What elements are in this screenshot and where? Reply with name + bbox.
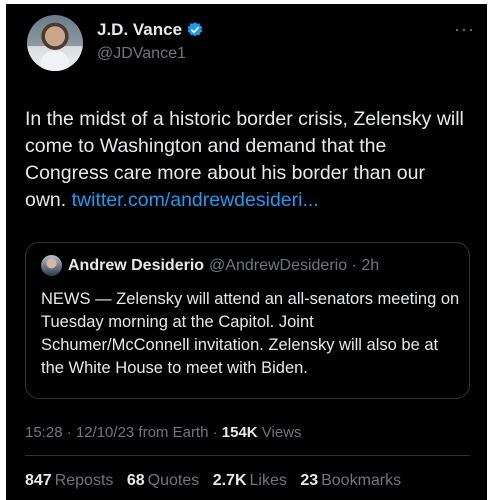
quoted-tweet-header: Andrew Desiderio @AndrewDesiderio · 2h	[41, 255, 379, 276]
quotes-stat[interactable]: 68 Quotes	[127, 472, 199, 489]
tweet-card: J.D. Vance @JDVance1 ··· In the midst of…	[6, 4, 487, 500]
quoted-author-handle-time: @AndrewDesiderio · 2h	[209, 256, 380, 274]
views-label: Views	[257, 424, 302, 441]
tweet-header: J.D. Vance @JDVance1 ···	[27, 15, 477, 75]
reposts-count: 847	[25, 472, 52, 489]
verified-badge-icon	[187, 22, 203, 37]
more-horizontal-icon[interactable]: ···	[454, 19, 475, 40]
tweet-meta: 15:28 · 12/10/23 from Earth · 154K Views	[25, 424, 302, 441]
bookmarks-label: Bookmarks	[321, 472, 402, 489]
quoted-author-avatar	[41, 255, 62, 276]
author-name[interactable]: J.D. Vance	[97, 20, 182, 40]
likes-label: Likes	[249, 472, 287, 489]
quoted-author-name: Andrew Desiderio	[68, 256, 205, 274]
engagement-stats: 847 Reposts 68 Quotes 2.7K Likes 23 Bookmark…	[25, 472, 410, 490]
author-avatar[interactable]	[27, 15, 83, 71]
bookmarks-stat[interactable]: 23 Bookmarks	[300, 472, 401, 489]
tweet-link[interactable]: twitter.com/andrewdesideri...	[72, 189, 319, 211]
divider	[25, 455, 470, 456]
timestamp[interactable]: 15:28 · 12/10/23 from Earth ·	[25, 424, 222, 441]
author-name-row: J.D. Vance	[97, 20, 204, 40]
tweet-text: In the midst of a historic border crisis…	[25, 106, 470, 214]
quoted-tweet-text: NEWS — Zelensky will attend an all-senat…	[41, 290, 460, 377]
likes-count: 2.7K	[212, 472, 247, 489]
quotes-count: 68	[126, 472, 145, 489]
bookmarks-count: 23	[300, 472, 319, 489]
author-handle[interactable]: @JDVance1	[97, 45, 186, 63]
quoted-tweet[interactable]: Andrew Desiderio @AndrewDesiderio · 2h N…	[25, 242, 470, 399]
likes-stat[interactable]: 2.7K Likes	[213, 472, 287, 489]
reposts-label: Reposts	[54, 472, 114, 489]
reposts-stat[interactable]: 847 Reposts	[25, 472, 113, 489]
views-count: 154K	[221, 424, 258, 441]
quotes-label: Quotes	[147, 472, 200, 489]
